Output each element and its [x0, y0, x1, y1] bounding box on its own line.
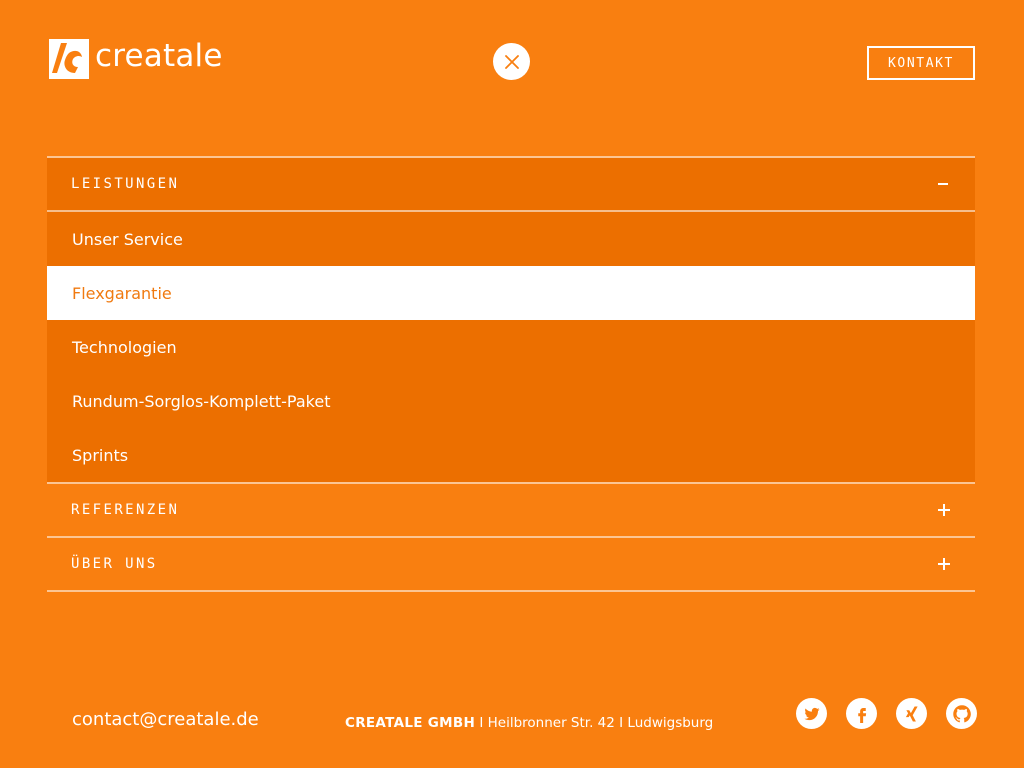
submenu-item-technologien[interactable]: Technologien: [47, 320, 975, 374]
main-menu: LEISTUNGEN Unser Service Flexgarantie Te…: [47, 156, 975, 592]
menu-section-leistungen: LEISTUNGEN Unser Service Flexgarantie Te…: [47, 156, 975, 482]
contact-email-link[interactable]: contact@creatale.de: [72, 709, 259, 730]
github-link[interactable]: [946, 698, 977, 729]
menu-section-referenzen: REFERENZEN: [47, 482, 975, 536]
expand-plus-icon[interactable]: [937, 557, 951, 571]
social-links: [796, 698, 977, 729]
menu-section-ueber-uns: ÜBER UNS: [47, 536, 975, 592]
section-label: LEISTUNGEN: [71, 176, 180, 192]
twitter-icon: [804, 707, 819, 720]
brand-logo[interactable]: creatale: [49, 38, 223, 79]
kontakt-button[interactable]: KONTAKT: [867, 46, 975, 80]
collapse-minus-icon[interactable]: [937, 177, 951, 191]
section-label: REFERENZEN: [71, 502, 180, 518]
close-menu-button[interactable]: [493, 43, 530, 80]
submenu-item-sprints[interactable]: Sprints: [47, 428, 975, 482]
section-label: ÜBER UNS: [71, 556, 158, 572]
submenu-item-rundum-sorglos[interactable]: Rundum-Sorglos-Komplett-Paket: [47, 374, 975, 428]
github-icon: [952, 704, 971, 722]
navigation-overlay: creatale KONTAKT LEISTUNGEN Unser Servic…: [0, 0, 1024, 768]
section-header-leistungen[interactable]: LEISTUNGEN: [47, 158, 975, 210]
submenu-item-unser-service[interactable]: Unser Service: [47, 212, 975, 266]
xing-icon: [905, 706, 918, 721]
company-address: CREATALE GMBH I Heilbronner Str. 42 I Lu…: [345, 715, 713, 731]
twitter-link[interactable]: [796, 698, 827, 729]
xing-link[interactable]: [896, 698, 927, 729]
leistungen-submenu: Unser Service Flexgarantie Technologien …: [47, 210, 975, 482]
brand-name: creatale: [95, 38, 223, 74]
logo-mark-icon: [49, 39, 89, 79]
expand-plus-icon[interactable]: [937, 503, 951, 517]
close-icon: [504, 54, 519, 69]
section-header-referenzen[interactable]: REFERENZEN: [47, 484, 975, 536]
address-text: I Heilbronner Str. 42 I Ludwigsburg: [475, 715, 714, 731]
facebook-icon: [857, 707, 866, 723]
company-name: CREATALE GMBH: [345, 715, 476, 731]
section-header-ueber-uns[interactable]: ÜBER UNS: [47, 538, 975, 590]
submenu-item-flexgarantie[interactable]: Flexgarantie: [47, 266, 975, 320]
facebook-link[interactable]: [846, 698, 877, 729]
